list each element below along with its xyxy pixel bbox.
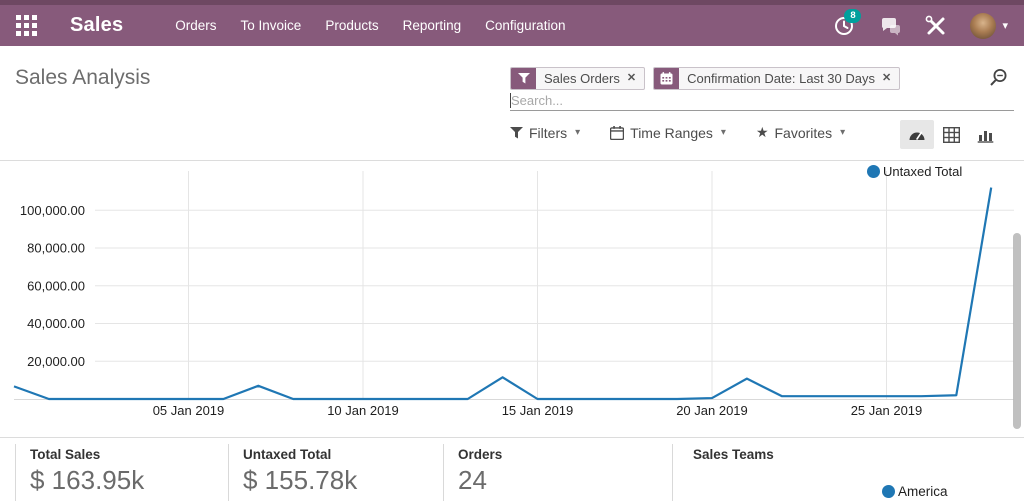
stat-value: $ 155.78k bbox=[243, 465, 358, 495]
activity-count-badge: 8 bbox=[844, 8, 862, 23]
filter-icon bbox=[510, 126, 523, 138]
pivot-table-icon bbox=[942, 126, 960, 143]
facet-label: Confirmation Date: Last 30 Days bbox=[687, 71, 875, 86]
stat-label: Total Sales bbox=[30, 447, 101, 462]
kpi-stats-bar: Total Sales $ 163.95k Untaxed Total $ 15… bbox=[0, 437, 1024, 501]
view-pivot-button[interactable] bbox=[934, 120, 968, 149]
control-panel: Sales Analysis Sales Orders ✕ Confirmati… bbox=[0, 46, 1024, 161]
nav-menu: Orders To Invoice Products Reporting Con… bbox=[163, 5, 577, 46]
facet-sales-orders: Sales Orders ✕ bbox=[510, 67, 646, 90]
calendar-icon bbox=[610, 125, 625, 140]
wrench-screwdriver-icon bbox=[926, 15, 945, 34]
stat-untaxed-total: Untaxed Total $ 155.78k bbox=[228, 444, 443, 501]
legend-dot bbox=[867, 165, 880, 178]
svg-text:40,000.00: 40,000.00 bbox=[27, 316, 85, 331]
facet-confirmation-date: Confirmation Date: Last 30 Days ✕ bbox=[653, 67, 901, 90]
chevron-down-icon: ▾ bbox=[575, 127, 581, 138]
facet-close-icon[interactable]: ✕ bbox=[627, 73, 636, 84]
stat-label: Sales Teams bbox=[693, 447, 774, 462]
svg-text:60,000.00: 60,000.00 bbox=[27, 278, 85, 293]
vertical-scrollbar[interactable] bbox=[1013, 233, 1021, 429]
team-legend-label: America bbox=[898, 484, 948, 499]
stat-label: Orders bbox=[458, 447, 503, 462]
stat-label: Untaxed Total bbox=[243, 447, 332, 462]
chevron-down-icon: ▾ bbox=[720, 127, 726, 138]
nav-item-configuration[interactable]: Configuration bbox=[473, 5, 577, 46]
stat-value: $ 163.95k bbox=[30, 465, 145, 495]
stat-sales-teams: Sales Teams bbox=[672, 444, 1024, 501]
favorites-button-label: Favorites bbox=[774, 124, 833, 141]
filter-icon bbox=[511, 68, 536, 89]
activity-clock-icon[interactable]: 8 bbox=[832, 8, 862, 38]
app-name[interactable]: Sales bbox=[70, 14, 123, 37]
view-switcher bbox=[900, 120, 1002, 149]
stat-total-sales: Total Sales $ 163.95k bbox=[15, 444, 228, 501]
time-ranges-button-label: Time Ranges bbox=[630, 124, 713, 141]
sales-analysis-screen: Sales Orders To Invoice Products Reporti… bbox=[0, 0, 1024, 501]
svg-text:25 Jan 2019: 25 Jan 2019 bbox=[851, 403, 923, 418]
page-title: Sales Analysis bbox=[15, 66, 151, 89]
chevron-down-icon: ▾ bbox=[1002, 20, 1008, 32]
filters-button-label: Filters bbox=[529, 124, 568, 141]
chart-legend-untaxed-total[interactable]: Untaxed Total bbox=[867, 164, 962, 179]
nav-item-reporting[interactable]: Reporting bbox=[391, 5, 474, 46]
facet-label: Sales Orders bbox=[544, 71, 620, 86]
messages-icon[interactable] bbox=[878, 14, 902, 38]
star-icon: ★ bbox=[755, 124, 769, 140]
view-dashboard-button[interactable] bbox=[900, 120, 934, 149]
search-input[interactable] bbox=[511, 93, 1014, 108]
search-facets: Sales Orders ✕ Confirmation Date: Last 3… bbox=[510, 67, 901, 90]
stat-orders: Orders 24 bbox=[443, 444, 672, 501]
user-menu[interactable]: ▾ bbox=[970, 12, 1008, 39]
filters-button[interactable]: Filters ▾ bbox=[510, 125, 580, 141]
svg-text:15 Jan 2019: 15 Jan 2019 bbox=[502, 403, 574, 418]
stat-value: 24 bbox=[458, 465, 487, 495]
favorites-button[interactable]: ★ Favorites ▾ bbox=[756, 124, 845, 141]
chat-bubbles-icon bbox=[882, 17, 901, 35]
calendar-icon bbox=[654, 68, 680, 89]
main-navbar: Sales Orders To Invoice Products Reporti… bbox=[0, 5, 1024, 46]
developer-tools-icon[interactable] bbox=[924, 14, 948, 38]
apps-grid-icon[interactable] bbox=[14, 15, 38, 37]
dashboard-gauge-icon bbox=[909, 131, 925, 140]
search-field bbox=[510, 91, 1014, 111]
svg-text:20,000.00: 20,000.00 bbox=[27, 354, 85, 369]
time-ranges-button[interactable]: Time Ranges ▾ bbox=[610, 125, 726, 141]
search-toggle-icon[interactable] bbox=[989, 68, 1008, 92]
svg-text:80,000.00: 80,000.00 bbox=[27, 241, 85, 256]
nav-item-orders[interactable]: Orders bbox=[163, 5, 228, 46]
chevron-down-icon: ▾ bbox=[840, 127, 846, 138]
avatar bbox=[970, 12, 997, 39]
line-chart-svg: 05 Jan 2019 10 Jan 2019 15 Jan 2019 20 Jan … bbox=[13, 171, 1014, 418]
sales-line-chart: 05 Jan 2019 10 Jan 2019 15 Jan 2019 20 Jan … bbox=[0, 160, 1024, 437]
view-graph-button[interactable] bbox=[968, 120, 1002, 149]
nav-item-to-invoice[interactable]: To Invoice bbox=[229, 5, 314, 46]
apps-grid-icon-svg bbox=[15, 15, 37, 36]
legend-label: Untaxed Total bbox=[883, 164, 963, 179]
svg-text:100,000.00: 100,000.00 bbox=[20, 203, 85, 218]
filter-buttons-row: Filters ▾ Time Ranges ▾ ★ Favorites ▾ bbox=[510, 124, 845, 141]
svg-text:05 Jan 2019: 05 Jan 2019 bbox=[153, 403, 225, 418]
sales-teams-legend-america[interactable]: America bbox=[882, 484, 948, 499]
svg-text:10 Jan 2019: 10 Jan 2019 bbox=[327, 403, 399, 418]
nav-right-icons: 8 ▾ bbox=[832, 8, 1008, 39]
svg-text:20 Jan 2019: 20 Jan 2019 bbox=[676, 403, 748, 418]
nav-item-products[interactable]: Products bbox=[313, 5, 390, 46]
facet-close-icon[interactable]: ✕ bbox=[882, 73, 891, 84]
team-legend-dot bbox=[882, 485, 895, 498]
bar-chart-icon bbox=[977, 130, 993, 143]
